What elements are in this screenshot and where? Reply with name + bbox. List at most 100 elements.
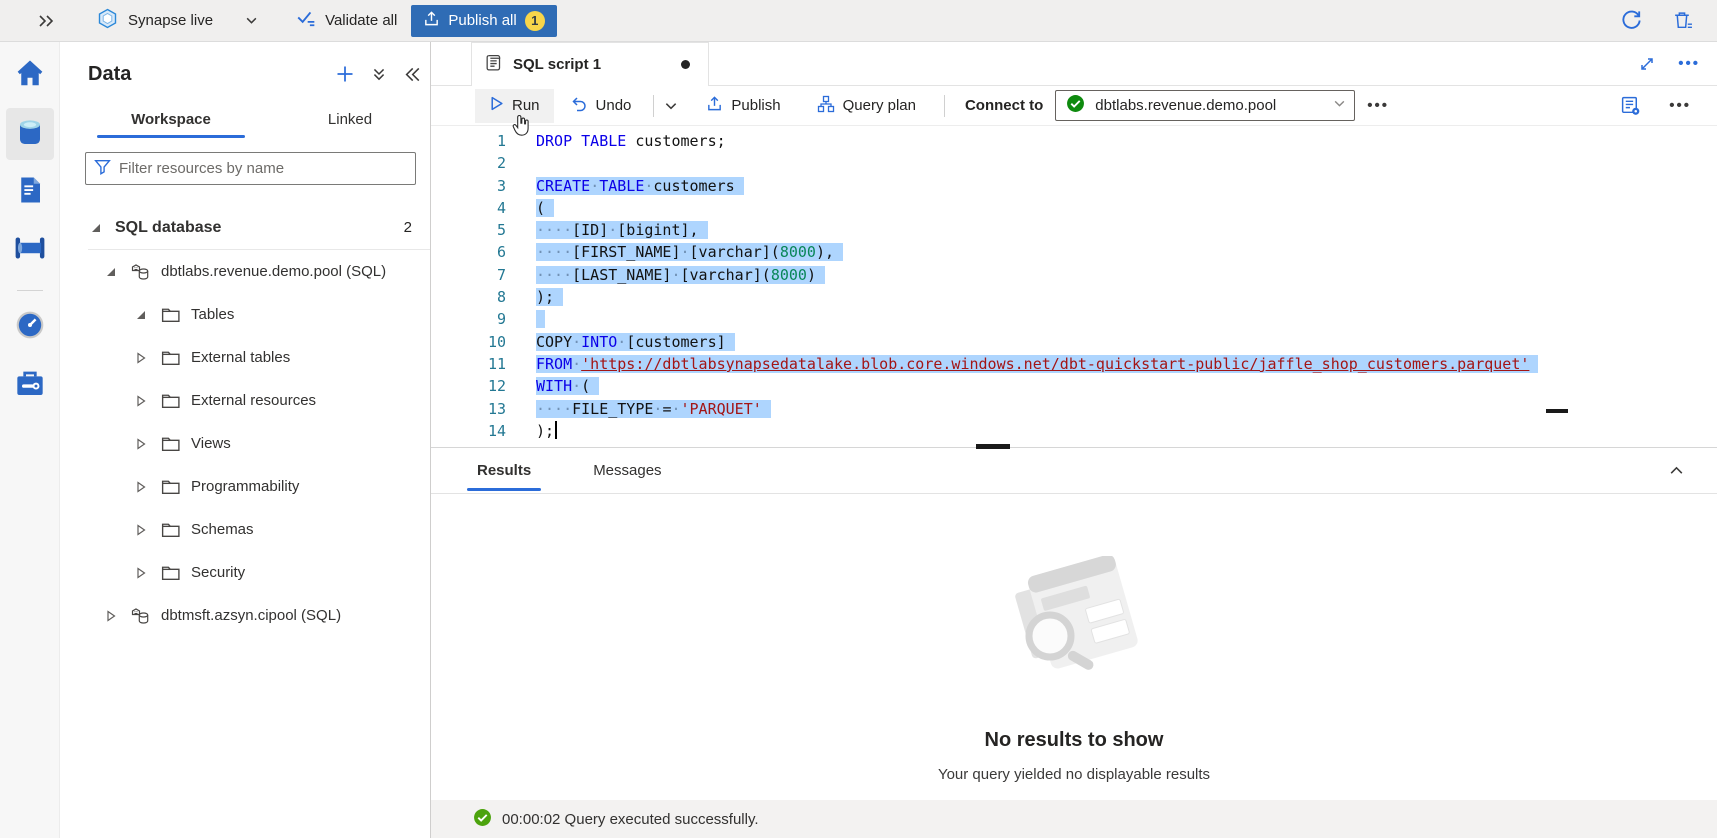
collapsed-caret-icon[interactable] (135, 352, 147, 364)
query-plan-icon (817, 95, 835, 117)
discard-trash-icon[interactable] (1670, 8, 1695, 33)
tree-item-external-resources[interactable]: External resources (60, 379, 430, 422)
line-number: 14 (431, 420, 506, 442)
rail-item-home[interactable] (6, 50, 54, 102)
toolbar-more-actions-icon[interactable]: ••• (1365, 95, 1391, 116)
expanded-caret-icon[interactable] (105, 266, 117, 278)
resource-tree: SQL database2dbtlabs.revenue.demo.pool (… (60, 206, 430, 637)
collapse-all-icon[interactable] (369, 64, 389, 84)
synapse-logo-icon (97, 8, 118, 34)
properties-icon[interactable] (1618, 93, 1643, 118)
double-chevron-right-icon[interactable] (38, 14, 55, 28)
selection-highlight: ····[ID]·[bigint], (536, 221, 708, 239)
collapse-results-chevron-icon[interactable] (1666, 460, 1687, 481)
rail-item-monitor[interactable] (6, 301, 54, 353)
code-line-3[interactable]: 3CREATE·TABLE·customers (431, 175, 1717, 197)
document-tab-bar: SQL script 1 ••• (431, 42, 1717, 86)
tree-item-views[interactable]: Views (60, 422, 430, 465)
undo-redo-chevron-icon[interactable] (662, 97, 680, 115)
code-line-14[interactable]: 14); (431, 420, 1717, 442)
selection-highlight: ); (536, 288, 563, 306)
tab-messages[interactable]: Messages (587, 450, 667, 491)
code-line-12[interactable]: 12WITH·( (431, 375, 1717, 397)
undo-label: Undo (596, 97, 632, 114)
code-line-10[interactable]: 10COPY·INTO·[customers] (431, 331, 1717, 353)
environment-selector[interactable]: Synapse live (97, 8, 258, 34)
editor-toolbar: Run Undo Publish (431, 86, 1717, 126)
code-line-13[interactable]: 13····FILE_TYPE·=·'PARQUET' (431, 398, 1717, 420)
rail-divider (17, 290, 43, 291)
expanded-caret-icon[interactable] (90, 222, 102, 234)
query-plan-button[interactable]: Query plan (803, 89, 930, 123)
tab-more-actions-icon[interactable]: ••• (1676, 53, 1702, 74)
undo-button[interactable]: Undo (556, 89, 646, 123)
tree-item-dbtmsft-azsyn-cipool-sql[interactable]: dbtmsft.azsyn.cipool (SQL) (60, 594, 430, 637)
rail-item-data[interactable] (6, 108, 54, 160)
collapsed-caret-icon[interactable] (135, 567, 147, 579)
tab-results[interactable]: Results (471, 450, 537, 491)
code-content: DROP TABLE customers; (506, 130, 726, 152)
rail-item-develop[interactable] (6, 166, 54, 218)
tree-item-dbtlabs-revenue-demo-pool-sql[interactable]: dbtlabs.revenue.demo.pool (SQL) (60, 250, 430, 293)
collapsed-caret-icon[interactable] (135, 524, 147, 536)
collapsed-caret-icon[interactable] (135, 438, 147, 450)
line-number: 12 (431, 375, 506, 397)
code-line-4[interactable]: 4( (431, 197, 1717, 219)
validate-all-button[interactable]: Validate all (296, 8, 397, 33)
manage-icon (14, 368, 46, 403)
unsaved-changes-dot (681, 60, 690, 69)
collapsed-caret-icon[interactable] (105, 610, 117, 622)
tree-item-security[interactable]: Security (60, 551, 430, 594)
home-icon (14, 59, 46, 94)
tab-workspace[interactable]: Workspace (97, 102, 245, 138)
selection-highlight: ····[FIRST_NAME]·[varchar](8000), (536, 243, 843, 261)
code-content: ····[FIRST_NAME]·[varchar](8000), (506, 241, 843, 263)
splitter-drag-handle[interactable] (976, 444, 1010, 449)
tree-item-tables[interactable]: Tables (60, 293, 430, 336)
tree-root-sql-database[interactable]: SQL database2 (60, 206, 430, 249)
rail-item-manage[interactable] (6, 359, 54, 411)
connect-to-pool-dropdown[interactable]: dbtlabs.revenue.demo.pool (1055, 90, 1355, 121)
folder-icon (160, 519, 181, 540)
publish-all-button[interactable]: Publish all 1 (411, 5, 556, 37)
code-line-6[interactable]: 6····[FIRST_NAME]·[varchar](8000), (431, 241, 1717, 263)
publish-button[interactable]: Publish (692, 89, 794, 123)
code-content: ( (506, 197, 554, 219)
selection-highlight: CREATE·TABLE·customers (536, 177, 744, 195)
collapsed-caret-icon[interactable] (135, 481, 147, 493)
rail-item-integrate[interactable] (6, 224, 54, 276)
run-label: Run (512, 97, 540, 114)
refresh-icon[interactable] (1619, 8, 1644, 33)
tree-item-programmability[interactable]: Programmability (60, 465, 430, 508)
editor-area: SQL script 1 ••• Run U (431, 42, 1717, 838)
expand-editor-icon[interactable] (1636, 53, 1658, 75)
tree-item-label: External resources (191, 392, 316, 409)
code-line-5[interactable]: 5····[ID]·[bigint], (431, 219, 1717, 241)
tab-linked[interactable]: Linked (276, 102, 424, 138)
tab-sql-script-1[interactable]: SQL script 1 (471, 42, 709, 86)
code-content: ); (506, 420, 557, 442)
scrollbar-thumb[interactable] (1546, 409, 1568, 413)
publish-label: Publish (731, 97, 780, 114)
tree-item-external-tables[interactable]: External tables (60, 336, 430, 379)
code-line-11[interactable]: 11FROM·'https://dbtlabsynapsedatalake.bl… (431, 353, 1717, 375)
editor-more-actions-icon[interactable]: ••• (1667, 95, 1693, 116)
publish-count-badge: 1 (525, 11, 545, 31)
tree-item-schemas[interactable]: Schemas (60, 508, 430, 551)
expanded-caret-icon[interactable] (135, 309, 147, 321)
code-line-8[interactable]: 8); (431, 286, 1717, 308)
integrate-icon (13, 233, 47, 268)
sql-code-editor[interactable]: 1DROP TABLE customers;23CREATE·TABLE·cus… (431, 126, 1717, 447)
code-line-9[interactable]: 9​ (431, 308, 1717, 330)
collapsed-caret-icon[interactable] (135, 395, 147, 407)
query-plan-label: Query plan (843, 97, 916, 114)
code-line-2[interactable]: 2 (431, 152, 1717, 174)
tree-item-label: dbtmsft.azsyn.cipool (SQL) (161, 607, 341, 624)
collapse-panel-icon[interactable] (401, 64, 422, 85)
filter-resources-input[interactable] (119, 160, 407, 177)
add-resource-icon[interactable] (333, 62, 357, 86)
code-line-7[interactable]: 7····[LAST_NAME]·[varchar](8000) (431, 264, 1717, 286)
code-content: WITH·( (506, 375, 599, 397)
code-line-1[interactable]: 1DROP TABLE customers; (431, 130, 1717, 152)
run-button[interactable]: Run (475, 89, 554, 123)
